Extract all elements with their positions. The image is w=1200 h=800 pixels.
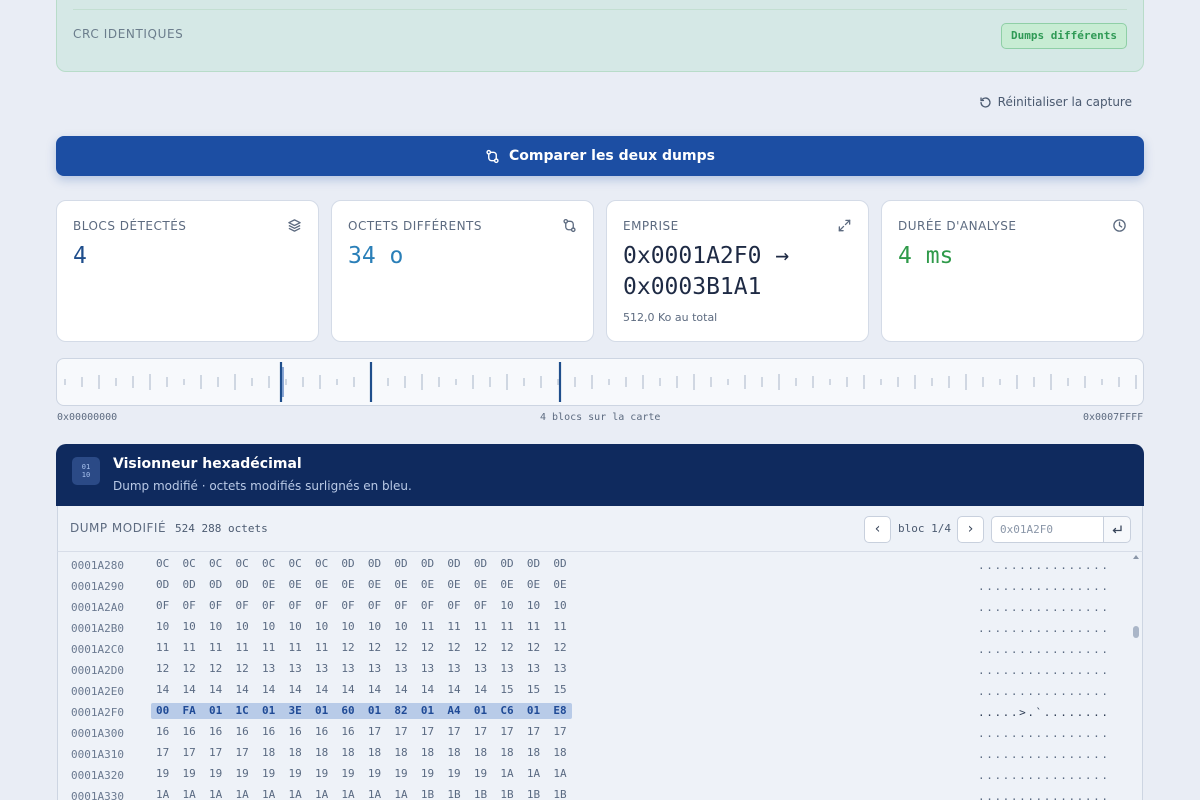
row-bytes: 0D 0D 0D 0D 0E 0E 0E 0E 0E 0E 0E 0E 0E 0… bbox=[156, 578, 567, 591]
row-ascii: ................ bbox=[978, 748, 1110, 761]
map-caption: 4 blocs sur la carte bbox=[540, 412, 661, 423]
scrollbar[interactable] bbox=[1132, 552, 1140, 800]
table-row: 0001A310 17 17 17 17 18 18 18 18 18 18 18… bbox=[58, 743, 1128, 764]
address-input[interactable] bbox=[991, 516, 1103, 543]
table-row: 0001A2C0 11 11 11 11 11 11 11 12 12 12 12… bbox=[58, 638, 1128, 659]
row-address: 0001A310 bbox=[71, 748, 124, 761]
diff-icon bbox=[486, 149, 499, 163]
stat-value: 4 bbox=[73, 243, 87, 269]
block-indicator: bloc 1/4 bbox=[898, 522, 951, 535]
stat-label: EMPRISE bbox=[623, 219, 679, 233]
clock-icon bbox=[1113, 219, 1126, 232]
table-row: 0001A2E0 14 14 14 14 14 14 14 14 14 14 14… bbox=[58, 680, 1128, 701]
table-row: 0001A330 1A 1A 1A 1A 1A 1A 1A 1A 1A 1A 1B… bbox=[58, 785, 1128, 800]
row-bytes: 1A 1A 1A 1A 1A 1A 1A 1A 1A 1A 1B 1B 1B 1… bbox=[156, 788, 567, 800]
row-bytes: 17 17 17 17 18 18 18 18 18 18 18 18 18 1… bbox=[156, 746, 567, 759]
hex-viewer-header: 01 10 Visionneur hexadécimal Dump modifié… bbox=[56, 444, 1144, 506]
expand-icon bbox=[838, 219, 851, 232]
row-address: 0001A2B0 bbox=[71, 622, 124, 635]
table-row: 0001A320 19 19 19 19 19 19 19 19 19 19 19… bbox=[58, 764, 1128, 785]
row-bytes: 16 16 16 16 16 16 16 16 17 17 17 17 17 1… bbox=[156, 725, 567, 738]
row-ascii: ................ bbox=[978, 664, 1110, 677]
reset-capture-label: Réinitialiser la capture bbox=[997, 95, 1132, 109]
stat-label: OCTETS DIFFÉRENTS bbox=[348, 219, 483, 233]
row-bytes: 14 14 14 14 14 14 14 14 14 14 14 14 14 1… bbox=[156, 683, 567, 696]
row-bytes: 11 11 11 11 11 11 11 12 12 12 12 12 12 1… bbox=[156, 641, 567, 654]
hex-viewer-title: Visionneur hexadécimal bbox=[113, 456, 302, 472]
table-row: 0001A2A0 0F 0F 0F 0F 0F 0F 0F 0F 0F 0F 0F… bbox=[58, 596, 1128, 617]
row-ascii: ................ bbox=[978, 769, 1110, 782]
crc-panel: CRC IDENTIQUES Dumps différents bbox=[56, 0, 1144, 72]
stat-label: DURÉE D'ANALYSE bbox=[898, 219, 1017, 233]
layers-icon bbox=[288, 219, 301, 232]
row-address: 0001A300 bbox=[71, 727, 124, 740]
table-row: 0001A2D0 12 12 12 12 13 13 13 13 13 13 13… bbox=[58, 659, 1128, 680]
stat-subtext: 512,0 Ko au total bbox=[623, 311, 718, 324]
row-bytes: 10 10 10 10 10 10 10 10 10 10 11 11 11 1… bbox=[156, 620, 567, 633]
stat-card-blocks: BLOCS DÉTECTÉS 4 bbox=[56, 200, 319, 342]
row-address: 0001A290 bbox=[71, 580, 124, 593]
row-address: 0001A2C0 bbox=[71, 643, 124, 656]
range-start: 0x0001A2F0 → bbox=[623, 243, 790, 269]
row-ascii: ................ bbox=[978, 790, 1110, 800]
go-to-address-button[interactable] bbox=[1103, 516, 1131, 543]
binary-icon: 01 10 bbox=[72, 457, 100, 485]
hex-viewer-subtitle: Dump modifié · octets modifiés surlignés… bbox=[113, 479, 412, 493]
dump-label: DUMP MODIFIÉ bbox=[70, 521, 167, 535]
block-map-ticks bbox=[64, 362, 1137, 402]
table-row: 0001A290 0D 0D 0D 0D 0E 0E 0E 0E 0E 0E 0E… bbox=[58, 575, 1128, 596]
stat-value: 0x0001A2F0 → 0x0003B1A1 bbox=[623, 241, 789, 303]
reset-icon bbox=[980, 96, 991, 108]
row-ascii: .....>.`........ bbox=[978, 706, 1110, 719]
dump-byte-count: 524 288 octets bbox=[175, 522, 268, 535]
compare-dumps-label: Comparer les deux dumps bbox=[509, 148, 715, 164]
map-start-address: 0x00000000 bbox=[57, 412, 118, 423]
stat-label: BLOCS DÉTECTÉS bbox=[73, 219, 187, 233]
table-row-modified: 0001A2F0 00 FA 01 1C 01 3E 01 60 01 82 01… bbox=[58, 701, 1128, 722]
compare-dumps-button[interactable]: Comparer les deux dumps bbox=[56, 136, 1144, 176]
stat-card-duration: DURÉE D'ANALYSE 4 ms bbox=[881, 200, 1144, 342]
row-address: 0001A330 bbox=[71, 790, 124, 800]
table-row: 0001A280 0C 0C 0C 0C 0C 0C 0C 0D 0D 0D 0D… bbox=[58, 554, 1128, 575]
table-row: 0001A300 16 16 16 16 16 16 16 16 17 17 17… bbox=[58, 722, 1128, 743]
stat-value: 4 ms bbox=[898, 243, 954, 269]
next-block-button[interactable]: › bbox=[957, 516, 984, 543]
hex-dump-view[interactable]: 0001A280 0C 0C 0C 0C 0C 0C 0C 0D 0D 0D 0D… bbox=[57, 552, 1143, 800]
row-bytes: 0F 0F 0F 0F 0F 0F 0F 0F 0F 0F 0F 0F 0F 1… bbox=[156, 599, 567, 612]
stat-card-different-bytes: OCTETS DIFFÉRENTS 34 o bbox=[331, 200, 594, 342]
hex-toolbar: DUMP MODIFIÉ 524 288 octets ‹ bloc 1/4 › bbox=[57, 506, 1143, 552]
crc-divider bbox=[73, 9, 1127, 10]
reset-capture-button[interactable]: Réinitialiser la capture bbox=[979, 95, 1132, 109]
row-ascii: ................ bbox=[978, 643, 1110, 656]
row-address: 0001A280 bbox=[71, 559, 124, 572]
diff-icon bbox=[563, 218, 576, 233]
range-end: 0x0003B1A1 bbox=[623, 274, 762, 300]
row-address: 0001A2A0 bbox=[71, 601, 124, 614]
stat-card-range: EMPRISE 0x0001A2F0 → 0x0003B1A1 512,0 Ko… bbox=[606, 200, 869, 342]
row-address: 0001A2F0 bbox=[71, 706, 124, 719]
crc-status-label: CRC IDENTIQUES bbox=[73, 27, 184, 41]
scrollbar-thumb[interactable] bbox=[1133, 626, 1139, 638]
row-address: 0001A320 bbox=[71, 769, 124, 782]
row-ascii: ................ bbox=[978, 580, 1110, 593]
stat-value: 34 o bbox=[348, 243, 404, 269]
row-bytes: 19 19 19 19 19 19 19 19 19 19 19 19 19 1… bbox=[156, 767, 567, 780]
row-address: 0001A2D0 bbox=[71, 664, 124, 677]
row-ascii: ................ bbox=[978, 727, 1110, 740]
table-row: 0001A2B0 10 10 10 10 10 10 10 10 10 10 11… bbox=[58, 617, 1128, 638]
row-bytes: 0C 0C 0C 0C 0C 0C 0C 0D 0D 0D 0D 0D 0D 0… bbox=[156, 557, 567, 570]
row-ascii: ................ bbox=[978, 601, 1110, 614]
row-ascii: ................ bbox=[978, 622, 1110, 635]
block-map[interactable] bbox=[56, 358, 1144, 406]
scroll-up-arrow-icon[interactable] bbox=[1133, 555, 1139, 559]
status-badge: Dumps différents bbox=[1001, 23, 1127, 49]
row-ascii: ................ bbox=[978, 559, 1110, 572]
row-bytes: 12 12 12 12 13 13 13 13 13 13 13 13 13 1… bbox=[156, 662, 567, 675]
row-bytes: 00 FA 01 1C 01 3E 01 60 01 82 01 A4 01 C… bbox=[151, 703, 572, 719]
row-ascii: ................ bbox=[978, 685, 1110, 698]
row-address: 0001A2E0 bbox=[71, 685, 124, 698]
prev-block-button[interactable]: ‹ bbox=[864, 516, 891, 543]
map-end-address: 0x0007FFFF bbox=[1083, 412, 1144, 423]
enter-icon bbox=[1112, 525, 1122, 534]
